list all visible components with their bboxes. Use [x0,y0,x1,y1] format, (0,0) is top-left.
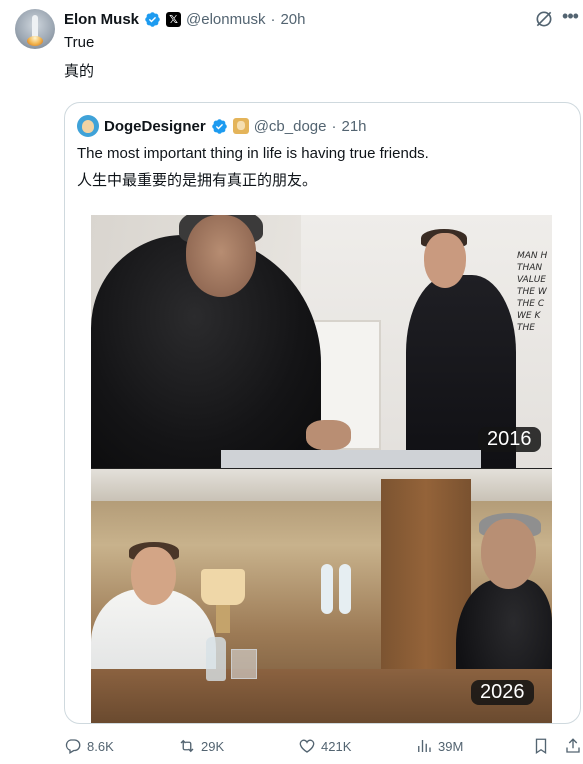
bookmark-icon [535,738,547,755]
avatar-flame [27,36,43,46]
views-icon [418,740,431,752]
lamp-base [216,605,230,633]
photo-2026[interactable]: 2026 [91,469,552,723]
avatar[interactable] [15,9,55,49]
quote-author-name[interactable]: DogeDesigner [104,118,206,135]
timestamp[interactable]: 20h [280,11,305,28]
author-name[interactable]: Elon Musk [64,11,139,28]
reply-count: 8.6K [87,738,114,754]
share-button[interactable] [564,735,582,757]
doge-badge-icon [232,118,249,134]
tweet-text-line2: 真的 [64,63,95,80]
wall-writing: MAN H THAN VALUE THE W THE C WE K THE [517,251,548,333]
ceiling [91,469,552,501]
verified-icon [211,118,227,134]
avatar-rocket [32,15,38,37]
tweet-header: Elon Musk 𝕏 @elonmusk · 20h [64,9,305,29]
x-badge-icon: 𝕏 [166,11,182,27]
glass [231,649,257,679]
quote-timestamp[interactable]: 21h [341,118,366,135]
repost-icon [180,739,194,753]
lamp-shade [201,569,245,605]
computer-box [221,450,481,468]
like-button[interactable]: 421K [298,735,351,757]
year-label-2016: 2016 [478,427,541,452]
quote-avatar[interactable] [77,115,99,137]
verified-icon [145,11,160,27]
bottle [206,637,226,681]
views-count: 39M [438,738,464,754]
dot-separator: · [331,117,337,135]
quoted-tweet[interactable]: DogeDesigner @cb_doge · 21h The most imp… [64,102,581,724]
quote-author-handle[interactable]: @cb_doge [254,118,327,135]
window [339,564,351,614]
more-icon[interactable]: ••• [560,7,580,29]
quote-header: DogeDesigner @cb_doge · 21h [77,115,367,137]
repost-count: 29K [201,738,225,754]
hand [306,420,351,450]
like-count: 421K [321,738,352,754]
reply-button[interactable]: 8.6K [64,735,114,757]
head [481,519,536,589]
repost-button[interactable]: 29K [178,735,224,757]
share-icon [566,738,580,753]
views-button[interactable]: 39M [415,735,463,757]
dot-separator: · [270,10,276,28]
photo-2016[interactable]: MAN H THAN VALUE THE W THE C WE K THE 20… [91,215,552,468]
bookmark-button[interactable] [532,735,550,757]
quote-text-line1: The most important thing in life is havi… [77,145,429,162]
quote-text-line2: 人生中最重要的是拥有真正的朋友。 [77,172,318,189]
window [321,564,333,614]
tweet-text-line1: True [64,34,95,51]
author-handle[interactable]: @elonmusk [186,11,265,28]
head [424,233,466,288]
quote-media[interactable]: MAN H THAN VALUE THE W THE C WE K THE 20… [91,215,552,723]
tweet: Elon Musk 𝕏 @elonmusk · 20h ••• True 真的 … [0,0,583,764]
action-bar: 8.6K 29K 421K 39M [64,735,581,757]
head [131,547,176,605]
grok-icon[interactable] [534,9,554,29]
year-label-2026: 2026 [471,680,534,705]
head [186,215,256,297]
like-icon [299,739,315,753]
reply-icon [65,739,81,754]
